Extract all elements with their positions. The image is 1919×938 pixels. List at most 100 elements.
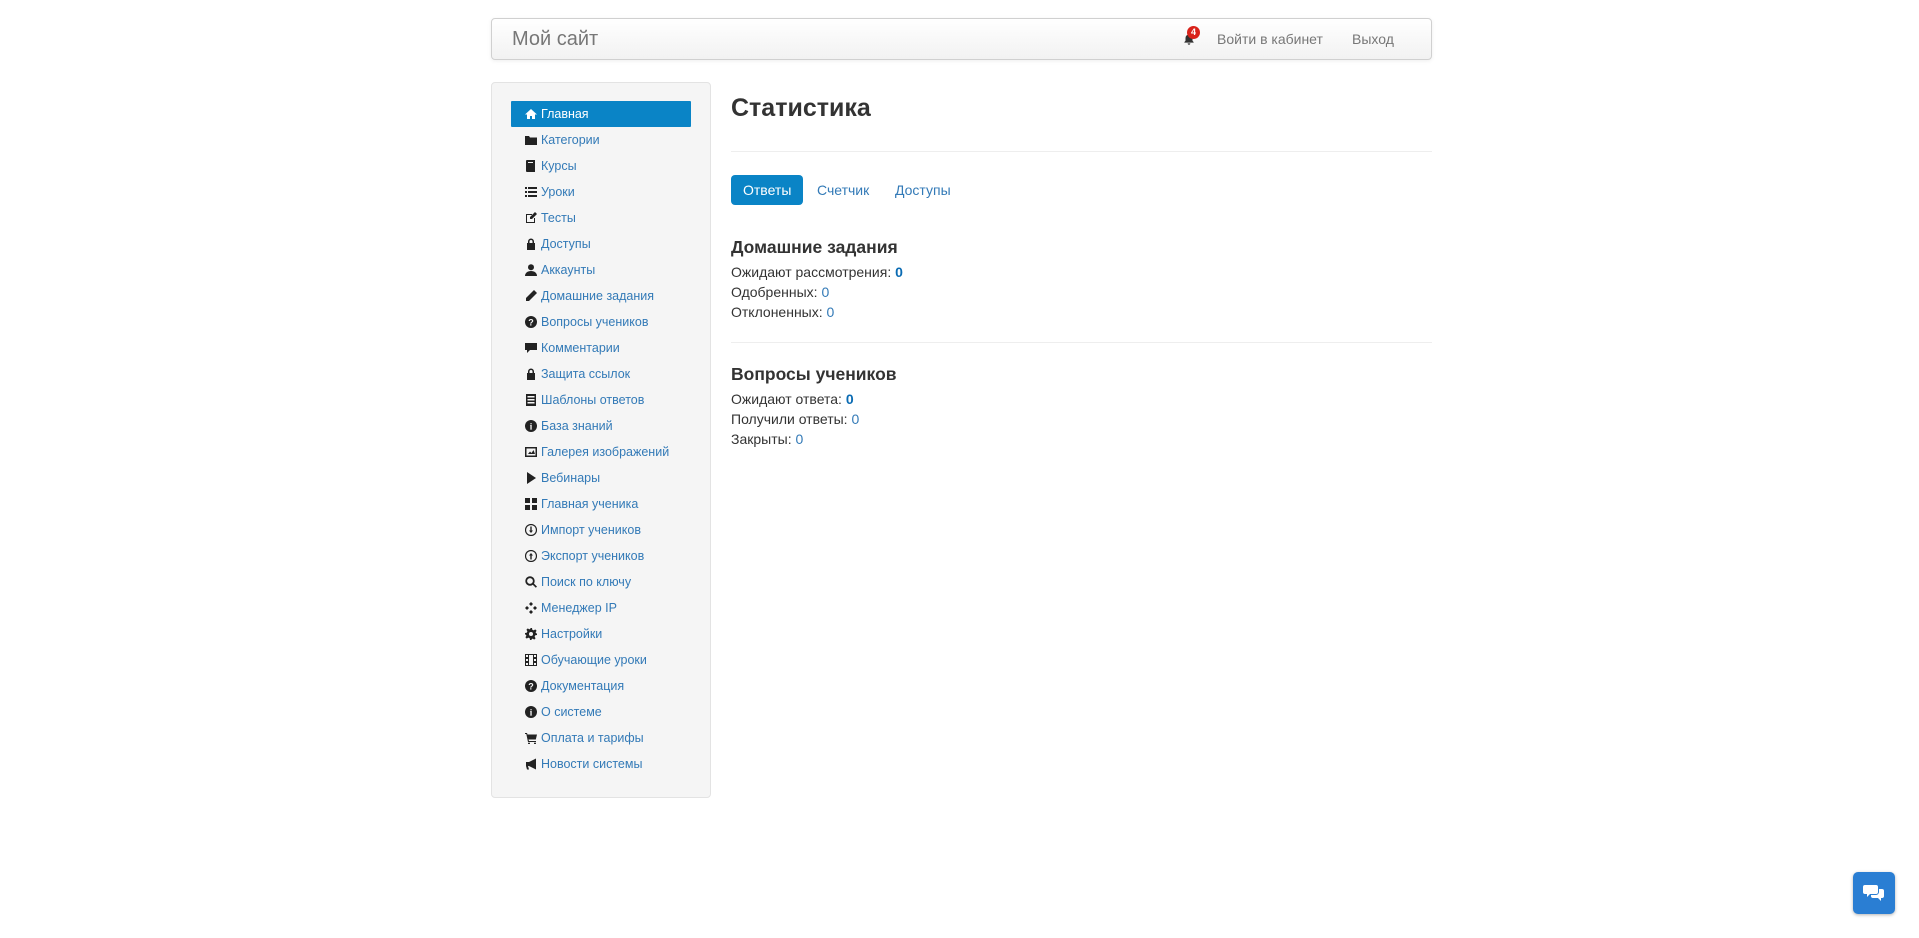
chat-widget-button[interactable] (1853, 872, 1895, 914)
sidebar-item[interactable]: Оплата и тарифы (511, 725, 691, 751)
divider (731, 151, 1432, 152)
sidebar-item-label: Аккаунты (541, 263, 596, 277)
user-icon (525, 264, 537, 276)
sidebar-item[interactable]: Импорт учеников (511, 517, 691, 543)
sidebar-item[interactable]: ? Документация (511, 673, 691, 699)
sidebar: Главная Категории Курсы Уроки Тесты Доступы Ак… (491, 82, 711, 798)
sidebar-item[interactable]: Тесты (511, 205, 691, 231)
sidebar-item[interactable]: Главная ученика (511, 491, 691, 517)
sidebar-item-label: Экспорт учеников (541, 549, 645, 563)
network-icon (525, 602, 537, 614)
questions-closed-value[interactable]: 0 (795, 431, 803, 447)
sidebar-menu: Главная Категории Курсы Уроки Тесты Доступы Ак… (511, 101, 691, 777)
sidebar-item-label: Главная ученика (541, 497, 639, 511)
comment-icon (525, 342, 537, 354)
sidebar-item-label: Курсы (541, 159, 577, 173)
svg-text:?: ? (528, 318, 534, 328)
sidebar-item-label: Уроки (541, 185, 575, 199)
sidebar-item[interactable]: Курсы (511, 153, 691, 179)
sidebar-item-label: База знаний (541, 419, 613, 433)
lock-icon (525, 368, 537, 380)
sidebar-item[interactable]: Комментарии (511, 335, 691, 361)
sidebar-item-label: Комментарии (541, 341, 620, 355)
sidebar-item[interactable]: Шаблоны ответов (511, 387, 691, 413)
sidebar-item-label: О системе (541, 705, 602, 719)
top-navbar: Мой сайт 4 Войти в кабинет Выход (491, 18, 1432, 60)
homework-rejected-value[interactable]: 0 (827, 304, 835, 320)
sidebar-item-label: Поиск по ключу (541, 575, 632, 589)
questions-pending: Ожидают ответа: 0 (731, 391, 854, 407)
template-icon (525, 394, 537, 406)
sidebar-item-label: Вебинары (541, 471, 601, 485)
sidebar-item-label: Шаблоны ответов (541, 393, 645, 407)
sidebar-item[interactable]: Экспорт учеников (511, 543, 691, 569)
sidebar-item-label: Защита ссылок (541, 367, 631, 381)
tab-counter[interactable]: Счетчик (805, 175, 881, 205)
homework-section-title: Домашние задания (731, 237, 898, 257)
logout-link[interactable]: Выход (1352, 31, 1394, 47)
tab-answers[interactable]: Ответы (731, 175, 804, 205)
questions-answered: Получили ответы: 0 (731, 411, 860, 427)
sidebar-item-label: Настройки (541, 627, 603, 641)
book-icon (525, 160, 537, 172)
homework-pending-value[interactable]: 0 (895, 264, 903, 280)
info-icon: i (525, 420, 537, 432)
sidebar-item[interactable]: Категории (511, 127, 691, 153)
notification-badge: 4 (1187, 26, 1200, 39)
site-brand[interactable]: Мой сайт (512, 28, 598, 51)
sidebar-item[interactable]: Защита ссылок (511, 361, 691, 387)
sidebar-item-label: Новости системы (541, 757, 643, 771)
sidebar-item-label: Обучающие уроки (541, 653, 647, 667)
dashboard-icon (525, 498, 537, 510)
lock-icon (525, 238, 537, 250)
sidebar-item-label: Документация (541, 679, 625, 693)
sidebar-item[interactable]: Настройки (511, 621, 691, 647)
sidebar-item[interactable]: Доступы (511, 231, 691, 257)
sidebar-item[interactable]: Вебинары (511, 465, 691, 491)
tab-access[interactable]: Доступы (883, 175, 963, 205)
chat-icon (1863, 885, 1884, 901)
question-icon: ? (525, 680, 537, 692)
sidebar-item[interactable]: ? Вопросы учеников (511, 309, 691, 335)
questions-pending-value[interactable]: 0 (846, 391, 854, 407)
pencil-icon (525, 290, 537, 302)
info-icon: i (525, 706, 537, 718)
import-icon (525, 524, 537, 536)
homework-approved-value[interactable]: 0 (821, 284, 829, 300)
divider (731, 342, 1432, 343)
sidebar-item-label: Доступы (541, 237, 591, 251)
page-title: Статистика (731, 94, 871, 122)
search-icon (525, 576, 537, 588)
sidebar-item[interactable]: Уроки (511, 179, 691, 205)
questions-closed: Закрыты: 0 (731, 431, 804, 447)
sidebar-item-label: Главная (541, 107, 589, 121)
sidebar-item-label: Галерея изображений (541, 445, 670, 459)
sidebar-item[interactable]: Менеджер IP (511, 595, 691, 621)
edit-icon (525, 212, 537, 224)
sidebar-item[interactable]: Обучающие уроки (511, 647, 691, 673)
image-icon (525, 446, 537, 458)
home-icon (525, 108, 537, 120)
cabinet-link[interactable]: Войти в кабинет (1217, 31, 1323, 47)
sidebar-item-label: Оплата и тарифы (541, 731, 644, 745)
cart-icon (525, 732, 537, 744)
homework-rejected: Отклоненных: 0 (731, 304, 835, 320)
sidebar-item-label: Категории (541, 133, 600, 147)
sidebar-item-label: Вопросы учеников (541, 315, 649, 329)
sidebar-item[interactable]: Главная (511, 101, 691, 127)
sidebar-item-label: Импорт учеников (541, 523, 641, 537)
sidebar-item[interactable]: Домашние задания (511, 283, 691, 309)
sidebar-item[interactable]: i База знаний (511, 413, 691, 439)
sidebar-item-label: Домашние задания (541, 289, 655, 303)
svg-text:?: ? (528, 682, 534, 692)
sidebar-item[interactable]: Аккаунты (511, 257, 691, 283)
sidebar-item[interactable]: Галерея изображений (511, 439, 691, 465)
sidebar-item[interactable]: Новости системы (511, 751, 691, 777)
play-icon (525, 472, 537, 484)
sidebar-item[interactable]: Поиск по ключу (511, 569, 691, 595)
questions-section-title: Вопросы учеников (731, 364, 897, 384)
folder-icon (525, 134, 537, 146)
questions-answered-value[interactable]: 0 (851, 411, 859, 427)
bullhorn-icon (525, 758, 537, 770)
sidebar-item[interactable]: i О системе (511, 699, 691, 725)
